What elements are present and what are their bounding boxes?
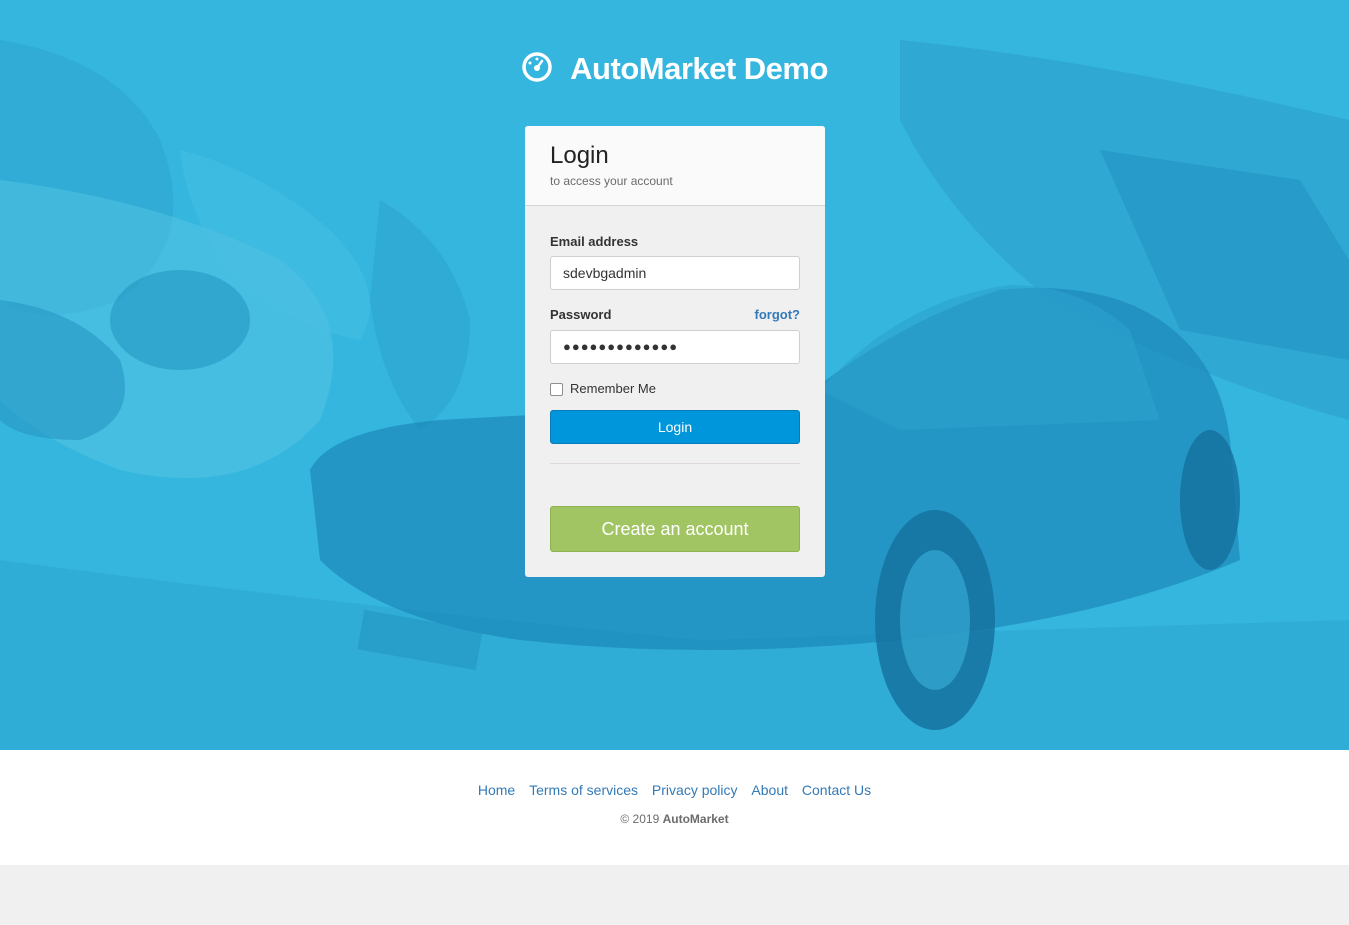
password-input[interactable]: ●●●●●●●●●●●●● [550,330,800,364]
copyright-brand: AutoMarket [662,812,729,826]
footer-link-home[interactable]: Home [478,782,515,798]
footer-links: Home Terms of services Privacy policy Ab… [0,782,1349,798]
login-card: Login to access your account Email addre… [525,126,825,577]
brand-header: AutoMarket Demo [0,50,1349,88]
login-button[interactable]: Login [550,410,800,444]
password-label: Password [550,307,612,322]
email-label: Email address [550,234,639,249]
login-card-header: Login to access your account [525,126,825,206]
copyright-year: © 2019 [620,812,660,826]
form-divider [550,463,800,464]
speedometer-icon [522,52,552,82]
email-input[interactable] [550,256,800,290]
footer: Home Terms of services Privacy policy Ab… [0,750,1349,865]
footer-link-contact[interactable]: Contact Us [802,782,871,798]
brand-title: AutoMarket Demo [570,51,828,86]
footer-link-about[interactable]: About [751,782,788,798]
copyright: © 2019 AutoMarket [0,812,1349,826]
login-subtitle: to access your account [550,174,673,188]
footer-link-privacy[interactable]: Privacy policy [652,782,738,798]
footer-link-terms[interactable]: Terms of services [529,782,638,798]
create-account-button[interactable]: Create an account [550,506,800,552]
remember-me-label: Remember Me [570,381,656,396]
remember-me-checkbox[interactable] [550,383,563,396]
login-title: Login [550,142,609,169]
forgot-password-link[interactable]: forgot? [755,307,800,322]
